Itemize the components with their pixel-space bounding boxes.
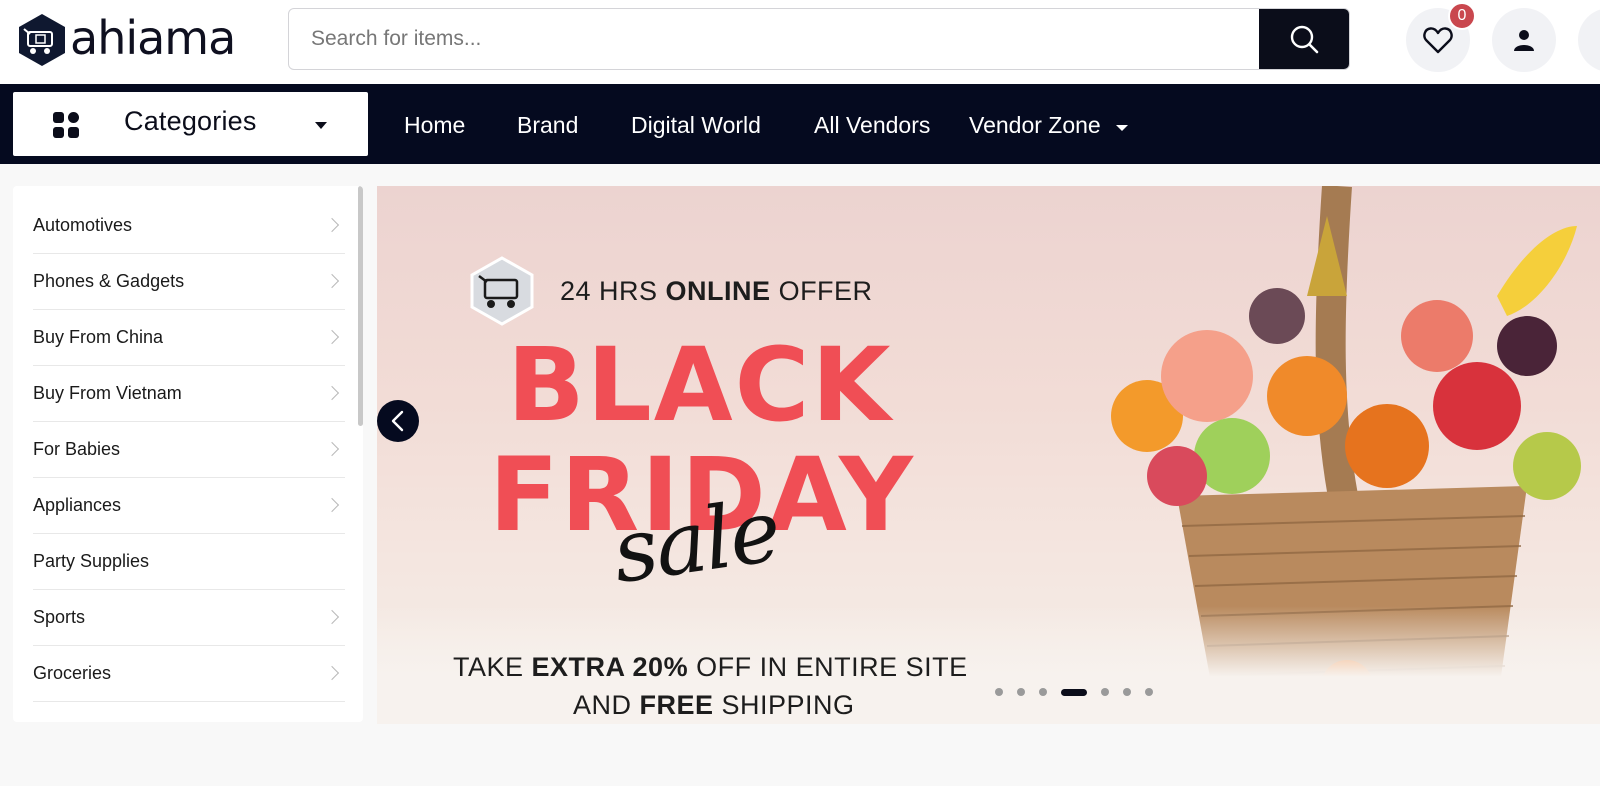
carousel-dot[interactable] — [1123, 688, 1131, 696]
sidebar-item-label: For Babies — [33, 439, 121, 459]
chevron-right-icon — [324, 665, 340, 681]
search-button[interactable] — [1259, 9, 1349, 69]
nav-link-home[interactable]: Home — [404, 112, 465, 139]
carousel-dot[interactable] — [995, 688, 1003, 696]
cart-button[interactable] — [1578, 8, 1600, 72]
sidebar-item-buy-from-china[interactable]: Buy From China — [33, 310, 345, 366]
categories-dropdown-button[interactable]: Categories — [13, 92, 368, 156]
search-bar — [288, 8, 1350, 70]
offer-suffix: OFFER — [770, 276, 873, 306]
store-badge-icon — [470, 256, 534, 326]
carousel-prev-button[interactable] — [377, 400, 419, 442]
chevron-left-icon — [391, 410, 404, 432]
sidebar-item-buy-from-vietnam[interactable]: Buy From Vietnam — [33, 366, 345, 422]
heart-icon — [1423, 27, 1453, 54]
promo1-prefix: TAKE — [453, 652, 532, 682]
sidebar-item-label: Appliances — [33, 495, 122, 515]
sidebar-item-label: Buy From Vietnam — [33, 383, 182, 403]
chevron-right-icon — [324, 273, 340, 289]
carousel-dot[interactable] — [1061, 688, 1087, 696]
sidebar-item-label: Party Supplies — [33, 551, 150, 571]
promo-line1: TAKE EXTRA 20% OFF IN ENTIRE SITE — [453, 652, 968, 683]
hero-banner-carousel[interactable]: 24 HRS ONLINE OFFER BLACK FRIDAY sale TA… — [377, 186, 1600, 724]
sidebar-scrollbar[interactable] — [358, 186, 363, 426]
promo1-bold: EXTRA 20% — [531, 652, 689, 682]
chevron-right-icon — [324, 441, 340, 457]
grid-icon — [53, 112, 79, 138]
sidebar-item-for-babies[interactable]: For Babies — [33, 422, 345, 478]
sidebar-item-label: Phones & Gadgets — [33, 271, 185, 291]
sidebar-item-groceries[interactable]: Groceries — [33, 646, 345, 702]
site-header: ahiama 0 — [0, 0, 1600, 84]
carousel-dot[interactable] — [1101, 688, 1109, 696]
wishlist-button[interactable]: 0 — [1406, 2, 1476, 72]
sidebar-item-label: Buy From China — [33, 327, 164, 347]
promo2-bold: FREE — [639, 690, 714, 720]
carousel-dot[interactable] — [1145, 688, 1153, 696]
headline-line1: BLACK — [507, 326, 893, 445]
nav-link-digital-world[interactable]: Digital World — [631, 112, 761, 139]
account-button[interactable] — [1492, 8, 1556, 72]
offer-bold: ONLINE — [665, 276, 771, 306]
sidebar-item-label: Automotives — [33, 215, 133, 235]
promo2-prefix: AND — [573, 690, 640, 720]
chevron-right-icon — [324, 329, 340, 345]
main-navbar: Categories Home Brand Digital World All … — [0, 84, 1600, 164]
chevron-right-icon — [324, 217, 340, 233]
sidebar-item-phones-gadgets[interactable]: Phones & Gadgets — [33, 254, 345, 310]
promo2-suffix: SHIPPING — [713, 690, 855, 720]
search-icon — [1290, 25, 1319, 54]
promo-line2: AND FREE SHIPPING — [573, 690, 855, 721]
search-input[interactable] — [289, 9, 1259, 69]
categories-label: Categories — [124, 106, 257, 136]
sidebar-item-automotives[interactable]: Automotives — [33, 198, 345, 254]
logo-mark-icon — [19, 14, 65, 66]
nav-link-all-vendors[interactable]: All Vendors — [814, 112, 930, 139]
sidebar-item-party-supplies[interactable]: Party Supplies — [33, 534, 345, 590]
vendor-zone-caret-icon[interactable] — [1116, 125, 1128, 131]
sidebar-item-sports[interactable]: Sports — [33, 590, 345, 646]
wishlist-count-badge: 0 — [1448, 2, 1476, 30]
brand-name: ahiama — [70, 11, 236, 65]
caret-down-icon — [315, 122, 327, 129]
offer-prefix: 24 HRS — [560, 276, 666, 306]
promo1-suffix: OFF IN ENTIRE SITE — [688, 652, 968, 682]
chevron-right-icon — [324, 497, 340, 513]
carousel-dot[interactable] — [1039, 688, 1047, 696]
sidebar-item-label: Groceries — [33, 663, 112, 683]
category-sidebar: Automotives Phones & Gadgets Buy From Ch… — [13, 186, 363, 722]
sidebar-item-label: Sports — [33, 607, 86, 627]
logo[interactable]: ahiama — [16, 11, 236, 68]
user-icon — [1514, 30, 1534, 51]
headline-script: sale — [606, 480, 785, 604]
nav-link-brand[interactable]: Brand — [517, 112, 578, 139]
chevron-right-icon — [324, 609, 340, 625]
carousel-dot[interactable] — [1017, 688, 1025, 696]
chevron-right-icon — [324, 385, 340, 401]
carousel-dots — [995, 688, 1153, 696]
offer-tagline: 24 HRS ONLINE OFFER — [560, 276, 873, 307]
sidebar-item-appliances[interactable]: Appliances — [33, 478, 345, 534]
nav-link-vendor-zone[interactable]: Vendor Zone — [969, 112, 1101, 139]
